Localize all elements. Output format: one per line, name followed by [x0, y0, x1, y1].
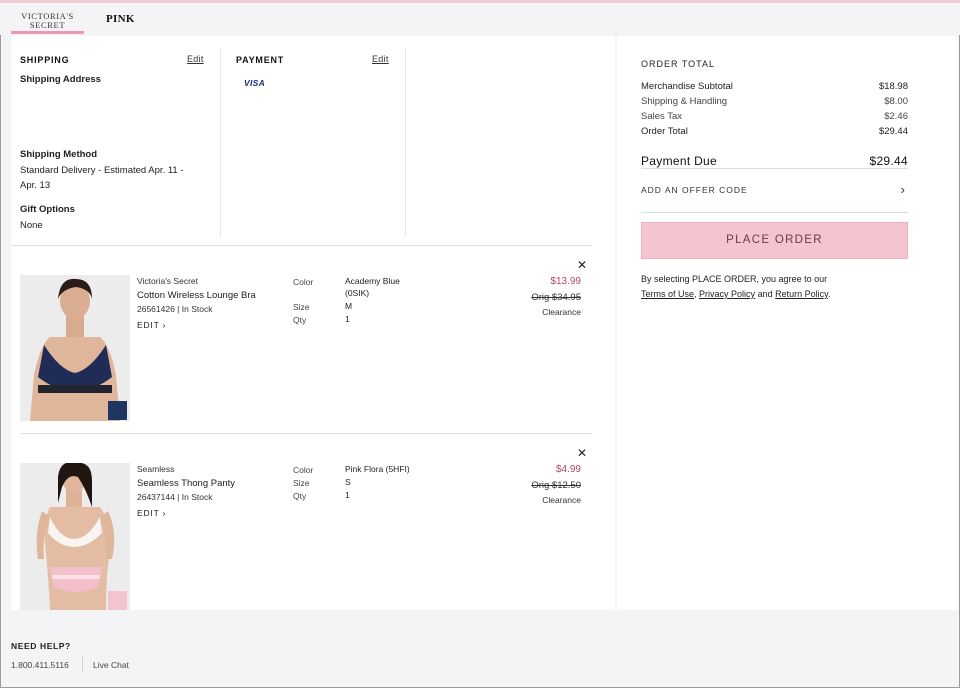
row-amount: $29.44	[878, 126, 908, 137]
item-2-size-value: S	[345, 477, 351, 487]
place-order-button[interactable]: PLACE ORDER	[641, 222, 908, 259]
row-amount: $8.00	[884, 96, 908, 107]
sales-tax-row: Sales Tax $2.46	[641, 111, 908, 122]
divider-vertical-1	[220, 48, 221, 236]
shipping-method-label: Shipping Method	[20, 149, 98, 160]
item-2-name[interactable]: Seamless Thong Panty	[137, 476, 235, 491]
item-1-edit-label: EDIT	[137, 320, 160, 330]
chevron-right-icon: ›	[162, 508, 167, 518]
privacy-policy-link[interactable]: Privacy Policy	[699, 289, 755, 299]
item-1-color-label: Color	[293, 277, 314, 287]
item-1-original-price: Orig $34.95	[531, 292, 581, 303]
order-summary-panel: ORDER TOTAL Merchandise Subtotal $18.98 …	[617, 36, 958, 610]
row-label: Sales Tax	[641, 111, 683, 122]
payment-edit-link[interactable]: Edit	[372, 54, 389, 64]
item-1-color-line1: Academy Blue	[345, 276, 400, 286]
payment-heading: PAYMENT	[236, 55, 285, 65]
gift-options-label: Gift Options	[20, 204, 75, 215]
item-2-edit-link[interactable]: EDIT ›	[137, 506, 166, 521]
shipping-edit-link[interactable]: Edit	[187, 54, 204, 64]
item-1-qty-value[interactable]: 1	[345, 313, 350, 325]
legal-comma: ,	[694, 289, 697, 299]
payment-due-row: Payment Due $29.44	[641, 154, 908, 168]
item-2-clearance-tag: Clearance	[542, 495, 581, 505]
item-1-size-value: M	[345, 301, 353, 311]
divider-horizontal-2	[20, 433, 591, 434]
item-2-brand: Seamless	[137, 464, 175, 474]
visa-card-icon: VISA	[244, 78, 266, 88]
legal-prefix: By selecting PLACE ORDER, you agree to o…	[641, 274, 828, 284]
legal-period: .	[827, 289, 831, 299]
shipping-method-line1: Standard Delivery - Estimated Apr. 11 -	[20, 165, 184, 176]
item-1-color-swatch[interactable]	[108, 401, 127, 420]
item-1-clearance-tag: Clearance	[542, 307, 581, 317]
active-brand-underline	[11, 31, 84, 34]
item-2-sale-price: $4.99	[555, 464, 581, 475]
item-2-color-value: Pink Flora (5HFI)	[345, 464, 410, 474]
item-1-brand: Victoria's Secret	[137, 276, 198, 286]
shipping-handling-row: Shipping & Handling $8.00	[641, 96, 908, 107]
item-2-sku-stock: 26437144 | In Stock	[137, 492, 213, 502]
merchandise-subtotal-row: Merchandise Subtotal $18.98	[641, 81, 908, 92]
shipping-heading: SHIPPING	[20, 55, 70, 65]
row-amount: $18.98	[878, 81, 908, 92]
item-1-sku-stock: 26561426 | In Stock	[137, 304, 213, 314]
item-2-qty-value[interactable]: 1	[345, 489, 350, 501]
pink-logo[interactable]: PINK	[106, 13, 135, 25]
legal-agreement-text: By selecting PLACE ORDER, you agree to o…	[641, 272, 921, 302]
remove-item-2-close-icon[interactable]: ✕	[577, 447, 587, 459]
bra-model-illustration	[20, 275, 130, 421]
divider-offer-code	[641, 212, 908, 213]
site-header: VICTORIA'S SECRET PINK	[0, 3, 960, 35]
item-2-edit-label: EDIT	[137, 508, 160, 518]
divider-horizontal-1	[11, 245, 591, 246]
order-total-heading: ORDER TOTAL	[641, 59, 716, 69]
payment-due-label: Payment Due	[641, 154, 718, 168]
item-1-sale-price: $13.99	[550, 276, 581, 287]
item-1-color-value: Academy Blue (0SIK)	[345, 275, 400, 299]
need-help-heading: NEED HELP?	[11, 641, 71, 651]
row-label: Merchandise Subtotal	[641, 81, 733, 92]
item-2-color-swatch[interactable]	[108, 591, 127, 610]
panty-model-illustration	[20, 463, 130, 610]
legal-and: and	[757, 289, 773, 299]
terms-of-use-link[interactable]: Terms of Use	[641, 289, 694, 299]
checkout-main-panel: SHIPPING Edit Shipping Address Shipping …	[11, 36, 615, 610]
chevron-right-icon: ›	[162, 320, 167, 330]
return-policy-link[interactable]: Return Policy	[775, 289, 828, 299]
divider-vertical-2	[405, 48, 406, 236]
item-2-qty-label: Qty	[293, 491, 307, 501]
gift-options-value: None	[20, 220, 43, 231]
row-label: Order Total	[641, 126, 688, 137]
victorias-secret-logo[interactable]: VICTORIA'S SECRET	[11, 7, 84, 34]
order-total-row: Order Total $29.44	[641, 126, 908, 137]
phone-number-link[interactable]: 1.800.411.5116	[11, 660, 69, 670]
shipping-address-label: Shipping Address	[20, 74, 101, 85]
live-chat-link[interactable]: Live Chat	[93, 660, 129, 670]
row-amount: $2.46	[884, 111, 908, 122]
divider-payment-due	[641, 168, 908, 169]
item-1-size-label: Size	[293, 302, 310, 312]
item-2-product-image[interactable]	[20, 463, 130, 610]
logo-vs-line2: SECRET	[29, 20, 66, 30]
item-1-product-image[interactable]	[20, 275, 130, 421]
item-1-color-line2: (0SIK)	[345, 288, 370, 298]
offer-code-label: ADD AN OFFER CODE	[641, 185, 748, 195]
row-label: Shipping & Handling	[641, 96, 728, 107]
shipping-method-line2: Apr. 13	[20, 180, 51, 191]
footer-separator	[82, 657, 83, 671]
chevron-right-icon: ›	[900, 182, 906, 197]
item-1-name[interactable]: Cotton Wireless Lounge Bra	[137, 288, 256, 303]
item-2-size-label: Size	[293, 478, 310, 488]
item-1-qty-label: Qty	[293, 315, 307, 325]
payment-due-amount: $29.44	[869, 154, 908, 168]
add-offer-code-toggle[interactable]: ADD AN OFFER CODE ›	[641, 182, 908, 197]
item-2-color-label: Color	[293, 465, 314, 475]
remove-item-1-close-icon[interactable]: ✕	[577, 259, 587, 271]
item-2-original-price: Orig $12.50	[531, 480, 581, 491]
item-1-edit-link[interactable]: EDIT ›	[137, 318, 166, 333]
